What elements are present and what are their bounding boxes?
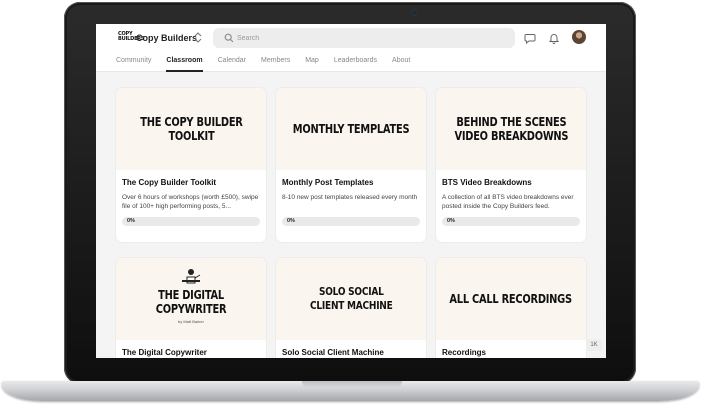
cover-title: SOLO SOCIAL CLIENT MACHINE	[309, 285, 393, 312]
course-card[interactable]: THE COPY BUILDER TOOLKIT The Copy Builde…	[116, 88, 266, 242]
course-title: BTS Video Breakdowns	[442, 178, 532, 187]
tab-leaderboards[interactable]: Leaderboards	[334, 55, 377, 72]
app-screen: COPY BUILDERS Copy Builders Community Cl…	[96, 24, 606, 358]
laptop-base	[2, 381, 699, 401]
tab-classroom[interactable]: Classroom	[166, 55, 203, 72]
tab-members[interactable]: Members	[261, 55, 290, 72]
search-icon	[224, 33, 234, 43]
course-title: The Copy Builder Toolkit	[122, 178, 217, 187]
laptop-notch	[302, 381, 402, 388]
tab-calendar[interactable]: Calendar	[218, 55, 246, 72]
course-description: 8-10 new post templates released every m…	[282, 194, 418, 201]
tab-map[interactable]: Map	[305, 55, 319, 72]
course-description: Over 6 hours of workshops (worth £500), …	[122, 194, 259, 210]
course-title: Solo Social Client Machine	[282, 348, 384, 357]
course-cover: THE COPY BUILDER TOOLKIT	[116, 88, 266, 170]
course-cover: BEHIND THE SCENES VIDEO BREAKDOWNS	[436, 88, 586, 170]
tab-community[interactable]: Community	[116, 55, 151, 72]
avatar[interactable]	[572, 30, 586, 44]
course-card[interactable]: MONTHLY TEMPLATES Monthly Post Templates…	[276, 88, 426, 242]
search-bar[interactable]	[213, 28, 515, 48]
cover-title: BEHIND THE SCENES VIDEO BREAKDOWNS	[454, 115, 568, 143]
course-cover: THE DIGITAL COPYWRITER by Matt Barker	[116, 258, 266, 340]
cover-title: THE COPY BUILDER TOOLKIT	[139, 115, 243, 143]
brand-name[interactable]: Copy Builders	[136, 33, 197, 43]
course-title: Monthly Post Templates	[282, 178, 374, 187]
progress-bar: 0%	[122, 217, 260, 226]
bell-icon[interactable]	[548, 32, 560, 44]
course-card[interactable]: BEHIND THE SCENES VIDEO BREAKDOWNS BTS V…	[436, 88, 586, 242]
corner-badge[interactable]: 1K	[586, 339, 602, 351]
cover-title: MONTHLY TEMPLATES	[292, 122, 410, 136]
course-title: Recordings	[442, 348, 487, 357]
progress-bar: 0%	[282, 217, 420, 226]
cover-title: ALL CALL RECORDINGS	[449, 292, 573, 306]
course-description: A collection of all BTS video breakdowns…	[442, 194, 574, 210]
progress-bar: 0%	[442, 217, 580, 226]
chevron-up-down-icon[interactable]	[194, 32, 202, 45]
course-title: The Digital Copywriter	[122, 348, 207, 357]
nav-tabs: Community Classroom Calendar Members Map…	[116, 55, 425, 72]
progress-label: 0%	[287, 218, 295, 224]
course-card[interactable]: ALL CALL RECORDINGS Recordings	[436, 258, 586, 358]
illustration-icon	[182, 269, 201, 284]
chat-icon[interactable]	[524, 32, 536, 44]
course-cover: SOLO SOCIAL CLIENT MACHINE	[276, 258, 426, 340]
top-bar: COPY BUILDERS Copy Builders Community Cl…	[96, 24, 606, 72]
search-input[interactable]	[237, 30, 497, 46]
course-card[interactable]: SOLO SOCIAL CLIENT MACHINE Solo Social C…	[276, 258, 426, 358]
course-cover: MONTHLY TEMPLATES	[276, 88, 426, 170]
brand-logo[interactable]: COPY BUILDERS	[118, 32, 145, 45]
tab-about[interactable]: About	[392, 55, 410, 72]
course-cover: ALL CALL RECORDINGS	[436, 258, 586, 340]
cover-title: THE DIGITAL COPYWRITER	[155, 288, 227, 316]
webcam	[412, 10, 417, 15]
progress-label: 0%	[447, 218, 455, 224]
course-card[interactable]: THE DIGITAL COPYWRITER by Matt Barker Th…	[116, 258, 266, 358]
cover-subtitle: by Matt Barker	[177, 319, 204, 324]
progress-label: 0%	[127, 218, 135, 224]
